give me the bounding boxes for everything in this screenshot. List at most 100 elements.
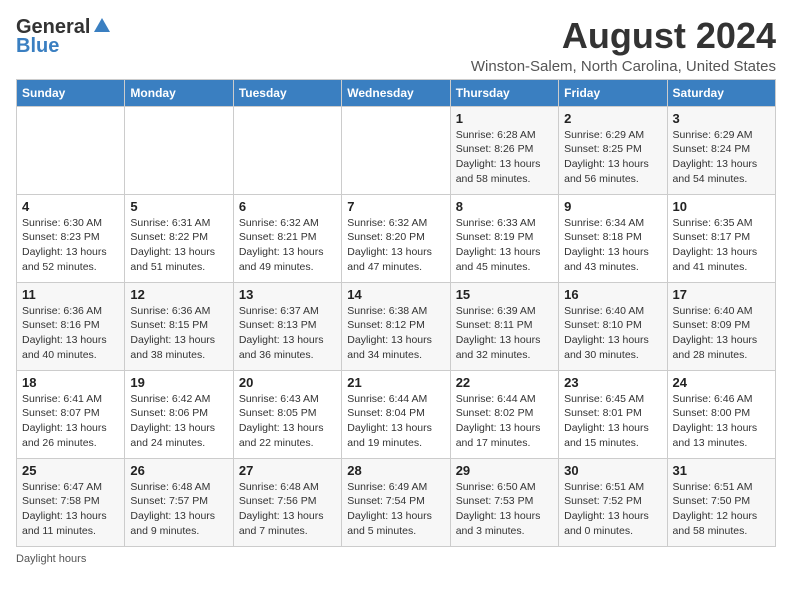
day-info: Sunrise: 6:40 AM Sunset: 8:10 PM Dayligh… bbox=[564, 304, 661, 363]
day-info: Sunrise: 6:44 AM Sunset: 8:04 PM Dayligh… bbox=[347, 392, 444, 451]
day-number: 25 bbox=[22, 463, 119, 478]
calendar-cell bbox=[125, 106, 233, 194]
day-number: 9 bbox=[564, 199, 661, 214]
day-info: Sunrise: 6:36 AM Sunset: 8:15 PM Dayligh… bbox=[130, 304, 227, 363]
day-info: Sunrise: 6:48 AM Sunset: 7:56 PM Dayligh… bbox=[239, 480, 336, 539]
day-info: Sunrise: 6:45 AM Sunset: 8:01 PM Dayligh… bbox=[564, 392, 661, 451]
day-number: 10 bbox=[673, 199, 770, 214]
calendar-cell: 6Sunrise: 6:32 AM Sunset: 8:21 PM Daylig… bbox=[233, 194, 341, 282]
day-number: 11 bbox=[22, 287, 119, 302]
calendar-header-cell: Monday bbox=[125, 79, 233, 106]
day-info: Sunrise: 6:33 AM Sunset: 8:19 PM Dayligh… bbox=[456, 216, 553, 275]
calendar-cell: 10 Sunrise: 6:35 AM Sunset: 8:17 PM Dayli… bbox=[667, 194, 775, 282]
day-info: Sunrise: 6:34 AM Sunset: 8:18 PM Dayligh… bbox=[564, 216, 661, 275]
calendar-cell: 13 Sunrise: 6:37 AM Sunset: 8:13 PM Dayli… bbox=[233, 282, 341, 370]
day-number: 28 bbox=[347, 463, 444, 478]
calendar-body: 1 Sunrise: 6:28 AM Sunset: 8:26 PM Daylig… bbox=[17, 106, 776, 546]
day-info: Sunrise: 6:50 AM Sunset: 7:53 PM Dayligh… bbox=[456, 480, 553, 539]
day-number: 26 bbox=[130, 463, 227, 478]
day-number: 7 bbox=[347, 199, 444, 214]
day-info: Sunrise: 6:51 AM Sunset: 7:52 PM Dayligh… bbox=[564, 480, 661, 539]
calendar-cell: 25Sunrise: 6:47 AM Sunset: 7:58 PM Dayli… bbox=[17, 458, 125, 546]
day-number: 13 bbox=[239, 287, 336, 302]
day-number: 29 bbox=[456, 463, 553, 478]
calendar-cell: 3Sunrise: 6:29 AM Sunset: 8:24 PM Daylig… bbox=[667, 106, 775, 194]
day-info: Sunrise: 6:38 AM Sunset: 8:12 PM Dayligh… bbox=[347, 304, 444, 363]
day-number: 5 bbox=[130, 199, 227, 214]
day-number: 16 bbox=[564, 287, 661, 302]
calendar-header-cell: Friday bbox=[559, 79, 667, 106]
day-number: 14 bbox=[347, 287, 444, 302]
day-number: 19 bbox=[130, 375, 227, 390]
day-number: 30 bbox=[564, 463, 661, 478]
calendar-cell: 16 Sunrise: 6:40 AM Sunset: 8:10 PM Dayli… bbox=[559, 282, 667, 370]
day-number: 22 bbox=[456, 375, 553, 390]
calendar-cell: 15 Sunrise: 6:39 AM Sunset: 8:11 PM Dayli… bbox=[450, 282, 558, 370]
day-info: Sunrise: 6:32 AM Sunset: 8:20 PM Dayligh… bbox=[347, 216, 444, 275]
day-number: 20 bbox=[239, 375, 336, 390]
calendar-cell: 21 Sunrise: 6:44 AM Sunset: 8:04 PM Dayli… bbox=[342, 370, 450, 458]
calendar-cell: 30 Sunrise: 6:51 AM Sunset: 7:52 PM Dayli… bbox=[559, 458, 667, 546]
calendar-header-cell: Wednesday bbox=[342, 79, 450, 106]
day-number: 17 bbox=[673, 287, 770, 302]
day-info: Sunrise: 6:32 AM Sunset: 8:21 PM Dayligh… bbox=[239, 216, 336, 275]
day-number: 24 bbox=[673, 375, 770, 390]
calendar-cell: 11Sunrise: 6:36 AM Sunset: 8:16 PM Dayli… bbox=[17, 282, 125, 370]
day-info: Sunrise: 6:37 AM Sunset: 8:13 PM Dayligh… bbox=[239, 304, 336, 363]
day-info: Sunrise: 6:49 AM Sunset: 7:54 PM Dayligh… bbox=[347, 480, 444, 539]
calendar-header-cell: Sunday bbox=[17, 79, 125, 106]
day-info: Sunrise: 6:29 AM Sunset: 8:25 PM Dayligh… bbox=[564, 128, 661, 187]
day-number: 31 bbox=[673, 463, 770, 478]
calendar-cell: 20Sunrise: 6:43 AM Sunset: 8:05 PM Dayli… bbox=[233, 370, 341, 458]
day-info: Sunrise: 6:44 AM Sunset: 8:02 PM Dayligh… bbox=[456, 392, 553, 451]
day-info: Sunrise: 6:28 AM Sunset: 8:26 PM Dayligh… bbox=[456, 128, 553, 187]
calendar-cell: 28 Sunrise: 6:49 AM Sunset: 7:54 PM Dayli… bbox=[342, 458, 450, 546]
calendar-cell: 14 Sunrise: 6:38 AM Sunset: 8:12 PM Dayli… bbox=[342, 282, 450, 370]
calendar-cell: 26 Sunrise: 6:48 AM Sunset: 7:57 PM Dayli… bbox=[125, 458, 233, 546]
calendar-cell: 5 Sunrise: 6:31 AM Sunset: 8:22 PM Daylig… bbox=[125, 194, 233, 282]
logo: General Blue bbox=[16, 16, 112, 58]
day-info: Sunrise: 6:31 AM Sunset: 8:22 PM Dayligh… bbox=[130, 216, 227, 275]
header: General Blue August 2024 Winston-Salem, … bbox=[16, 16, 776, 75]
calendar-header-row: SundayMondayTuesdayWednesdayThursdayFrid… bbox=[17, 79, 776, 106]
calendar-week-row: 1 Sunrise: 6:28 AM Sunset: 8:26 PM Daylig… bbox=[17, 106, 776, 194]
day-number: 21 bbox=[347, 375, 444, 390]
footer-note: Daylight hours bbox=[16, 553, 776, 565]
calendar-cell: 1 Sunrise: 6:28 AM Sunset: 8:26 PM Daylig… bbox=[450, 106, 558, 194]
calendar-cell: 23Sunrise: 6:45 AM Sunset: 8:01 PM Dayli… bbox=[559, 370, 667, 458]
calendar-header-cell: Tuesday bbox=[233, 79, 341, 106]
calendar-cell bbox=[342, 106, 450, 194]
day-info: Sunrise: 6:46 AM Sunset: 8:00 PM Dayligh… bbox=[673, 392, 770, 451]
calendar-cell: 29 Sunrise: 6:50 AM Sunset: 7:53 PM Dayli… bbox=[450, 458, 558, 546]
month-title: August 2024 bbox=[471, 16, 776, 56]
calendar-week-row: 11Sunrise: 6:36 AM Sunset: 8:16 PM Dayli… bbox=[17, 282, 776, 370]
calendar-cell bbox=[17, 106, 125, 194]
title-area: August 2024 Winston-Salem, North Carolin… bbox=[471, 16, 776, 75]
day-number: 2 bbox=[564, 111, 661, 126]
calendar-cell bbox=[233, 106, 341, 194]
day-number: 1 bbox=[456, 111, 553, 126]
day-info: Sunrise: 6:48 AM Sunset: 7:57 PM Dayligh… bbox=[130, 480, 227, 539]
calendar-header-cell: Thursday bbox=[450, 79, 558, 106]
day-number: 8 bbox=[456, 199, 553, 214]
day-info: Sunrise: 6:35 AM Sunset: 8:17 PM Dayligh… bbox=[673, 216, 770, 275]
calendar-cell: 2 Sunrise: 6:29 AM Sunset: 8:25 PM Daylig… bbox=[559, 106, 667, 194]
calendar-cell: 24 Sunrise: 6:46 AM Sunset: 8:00 PM Dayli… bbox=[667, 370, 775, 458]
day-info: Sunrise: 6:30 AM Sunset: 8:23 PM Dayligh… bbox=[22, 216, 119, 275]
day-info: Sunrise: 6:39 AM Sunset: 8:11 PM Dayligh… bbox=[456, 304, 553, 363]
calendar-header-cell: Saturday bbox=[667, 79, 775, 106]
day-info: Sunrise: 6:40 AM Sunset: 8:09 PM Dayligh… bbox=[673, 304, 770, 363]
calendar-week-row: 4 Sunrise: 6:30 AM Sunset: 8:23 PM Daylig… bbox=[17, 194, 776, 282]
calendar-cell: 31 Sunrise: 6:51 AM Sunset: 7:50 PM Dayli… bbox=[667, 458, 775, 546]
day-number: 18 bbox=[22, 375, 119, 390]
day-number: 4 bbox=[22, 199, 119, 214]
day-number: 15 bbox=[456, 287, 553, 302]
calendar-cell: 22 Sunrise: 6:44 AM Sunset: 8:02 PM Dayli… bbox=[450, 370, 558, 458]
day-info: Sunrise: 6:42 AM Sunset: 8:06 PM Dayligh… bbox=[130, 392, 227, 451]
day-info: Sunrise: 6:29 AM Sunset: 8:24 PM Dayligh… bbox=[673, 128, 770, 187]
location-title: Winston-Salem, North Carolina, United St… bbox=[471, 58, 776, 75]
calendar-table: SundayMondayTuesdayWednesdayThursdayFrid… bbox=[16, 79, 776, 547]
calendar-cell: 8 Sunrise: 6:33 AM Sunset: 8:19 PM Daylig… bbox=[450, 194, 558, 282]
logo-icon bbox=[92, 16, 112, 36]
day-info: Sunrise: 6:51 AM Sunset: 7:50 PM Dayligh… bbox=[673, 480, 770, 539]
